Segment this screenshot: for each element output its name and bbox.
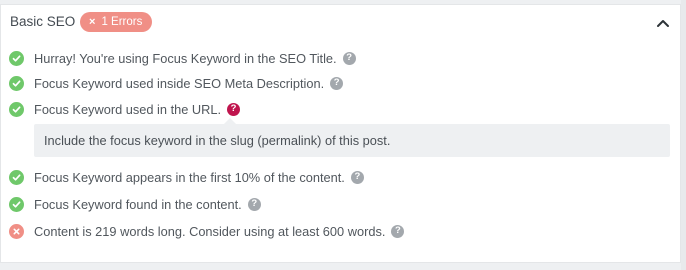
help-icon[interactable]: ? — [350, 170, 364, 184]
check-item-keyword-in-content: Focus Keyword found in the content. ? — [9, 195, 261, 213]
check-item-content-length: Content is 219 words long. Consider usin… — [9, 222, 405, 240]
help-icon[interactable]: ? — [227, 102, 241, 116]
scrollbar-track[interactable] — [681, 0, 686, 270]
check-item-url: Focus Keyword used in the URL. ? — [9, 100, 241, 118]
check-text: Focus Keyword used in the URL. — [34, 101, 222, 117]
check-item-seo-title: Hurray! You're using Focus Keyword in th… — [9, 49, 356, 67]
check-text: Focus Keyword appears in the first 10% o… — [34, 169, 345, 185]
check-pass-icon — [9, 101, 24, 117]
check-text: Focus Keyword found in the content. — [34, 196, 242, 212]
help-icon[interactable]: ? — [391, 224, 405, 238]
chevron-up-icon[interactable] — [655, 15, 671, 31]
check-pass-icon — [9, 196, 24, 212]
check-item-meta-description: Focus Keyword used inside SEO Meta Descr… — [9, 74, 344, 92]
check-text: Hurray! You're using Focus Keyword in th… — [34, 50, 337, 66]
check-text: Content is 219 words long. Consider usin… — [34, 223, 386, 239]
help-icon[interactable]: ? — [342, 51, 356, 65]
error-count-label: 1 Errors — [101, 16, 143, 28]
help-icon[interactable]: ? — [330, 76, 344, 90]
check-fail-icon — [9, 223, 24, 239]
error-count-badge: × 1 Errors — [80, 12, 153, 32]
section-title: Basic SEO — [10, 14, 76, 29]
help-icon[interactable]: ? — [247, 197, 261, 211]
panel-header[interactable]: Basic SEO × 1 Errors — [1, 5, 680, 39]
check-pass-icon — [9, 75, 24, 91]
check-text: Focus Keyword used inside SEO Meta Descr… — [34, 75, 325, 91]
check-item-first-10-percent: Focus Keyword appears in the first 10% o… — [9, 168, 364, 186]
error-x-icon: × — [89, 16, 96, 28]
check-pass-icon — [9, 50, 24, 66]
help-tooltip: Include the focus keyword in the slug (p… — [34, 124, 670, 157]
check-pass-icon — [9, 169, 24, 185]
